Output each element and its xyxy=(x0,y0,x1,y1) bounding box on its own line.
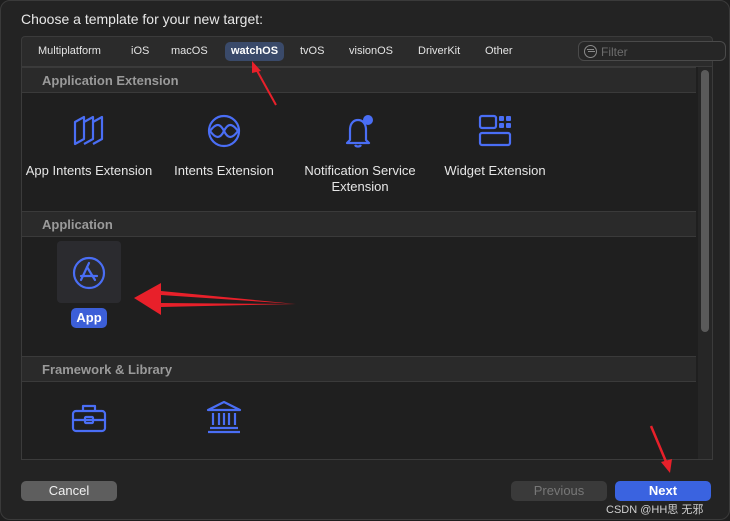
arrow-watchos xyxy=(252,61,277,106)
arrow-app xyxy=(134,283,296,315)
template-dialog: Choose a template for your new target: M… xyxy=(0,0,730,520)
arrow-next xyxy=(649,425,672,473)
annotation-arrows xyxy=(134,61,672,473)
